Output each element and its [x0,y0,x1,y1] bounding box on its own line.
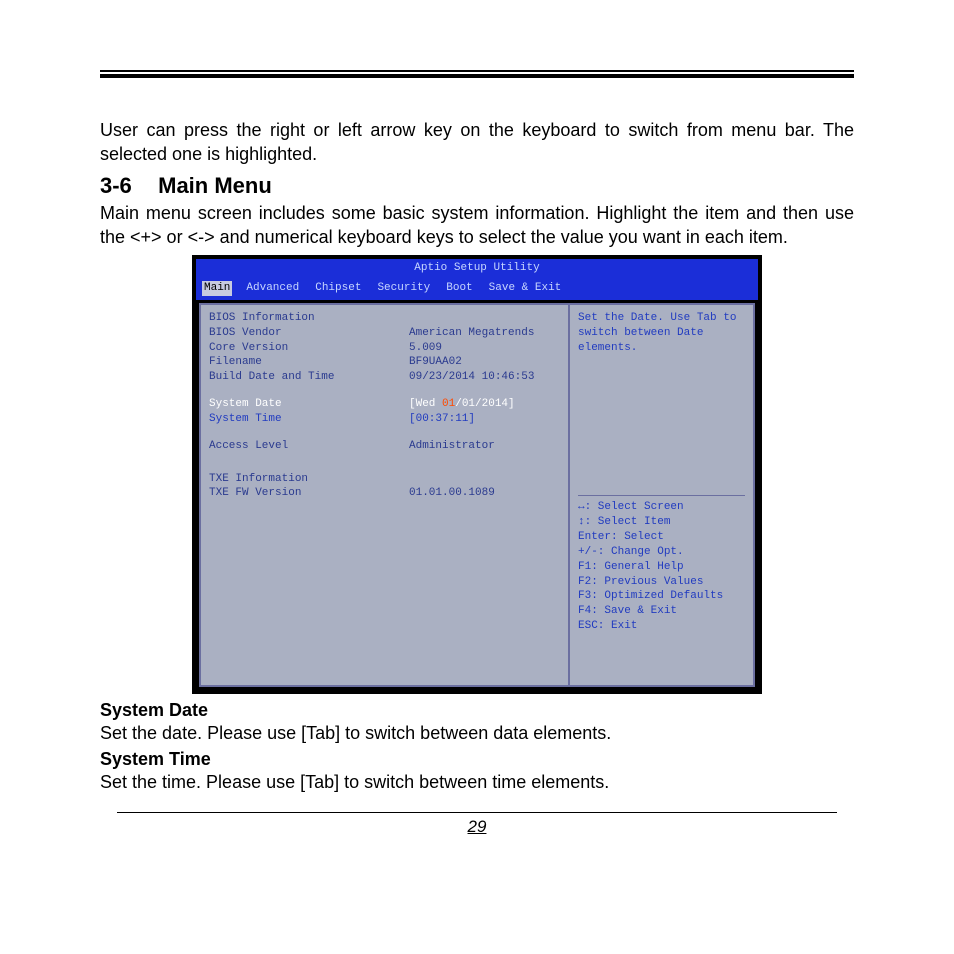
system-date-label[interactable]: System Date [209,397,409,412]
help-key-enter: Enter: Select [578,530,745,545]
help-key-f2: F2: Previous Values [578,575,745,590]
footer-rule [117,812,837,813]
bios-body: BIOS Information BIOS Vendor American Me… [199,303,755,687]
filename-label: Filename [209,355,409,370]
system-date-heading: System Date [100,700,854,721]
system-date-text: Set the date. Please use [Tab] to switch… [100,721,854,745]
bios-vendor-value: American Megatrends [409,326,560,341]
access-level-label: Access Level [209,439,409,454]
txe-fw-value: 01.01.00.1089 [409,486,560,501]
section-title: Main Menu [158,173,272,198]
help-key-f4: F4: Save & Exit [578,604,745,619]
help-key-f1: F1: General Help [578,560,745,575]
tab-chipset[interactable]: Chipset [313,281,363,296]
bios-screenshot: Aptio Setup Utility Main Advanced Chipse… [192,255,762,694]
system-date-suffix: /01/2014] [455,398,514,410]
system-date-highlight[interactable]: 01 [442,398,455,410]
help-divider [578,495,745,496]
section-description: Main menu screen includes some basic sys… [100,201,854,250]
section-heading: 3-6 Main Menu [100,173,854,199]
help-key-select-item: ↕: Select Item [578,515,745,530]
filename-value: BF9UAA02 [409,355,560,370]
build-date-label: Build Date and Time [209,370,409,385]
help-description: Set the Date. Use Tab to switch between … [578,311,745,356]
access-level-value: Administrator [409,439,560,454]
help-line-2: switch between Date elements. [578,326,745,356]
txe-fw-label: TXE FW Version [209,486,409,501]
build-date-value: 09/23/2014 10:46:53 [409,370,560,385]
help-key-change-opt: +/-: Change Opt. [578,545,745,560]
bios-left-panel: BIOS Information BIOS Vendor American Me… [201,305,568,685]
system-time-heading: System Time [100,749,854,770]
help-line-1: Set the Date. Use Tab to [578,311,745,326]
intro-paragraph: User can press the right or left arrow k… [100,118,854,167]
bios-right-panel: Set the Date. Use Tab to switch between … [568,305,753,685]
document-page: User can press the right or left arrow k… [0,0,954,954]
txe-info-heading: TXE Information [209,472,409,487]
core-version-value: 5.009 [409,341,560,356]
page-number: 29 [100,817,854,837]
tab-save-exit[interactable]: Save & Exit [487,281,564,296]
tab-advanced[interactable]: Advanced [244,281,301,296]
system-date-prefix: [Wed [409,398,442,410]
page-top-rule [100,70,854,78]
tab-main[interactable]: Main [202,281,232,296]
section-number: 3-6 [100,173,152,199]
tab-boot[interactable]: Boot [444,281,474,296]
help-key-f3: F3: Optimized Defaults [578,589,745,604]
bios-menubar[interactable]: Main Advanced Chipset Security Boot Save… [196,278,758,300]
help-key-select-screen: ↔: Select Screen [578,500,745,515]
bios-title: Aptio Setup Utility [196,259,758,278]
bios-info-heading: BIOS Information [209,311,409,326]
system-time-label[interactable]: System Time [209,412,409,427]
system-time-value[interactable]: [00:37:11] [409,412,560,427]
bios-vendor-label: BIOS Vendor [209,326,409,341]
help-key-esc: ESC: Exit [578,619,745,634]
bios-screen: Aptio Setup Utility Main Advanced Chipse… [192,255,762,694]
core-version-label: Core Version [209,341,409,356]
tab-security[interactable]: Security [375,281,432,296]
system-time-text: Set the time. Please use [Tab] to switch… [100,770,854,794]
help-keys-list: ↔: Select Screen ↕: Select Item Enter: S… [578,500,745,634]
system-date-value[interactable]: [Wed 01/01/2014] [409,397,560,412]
